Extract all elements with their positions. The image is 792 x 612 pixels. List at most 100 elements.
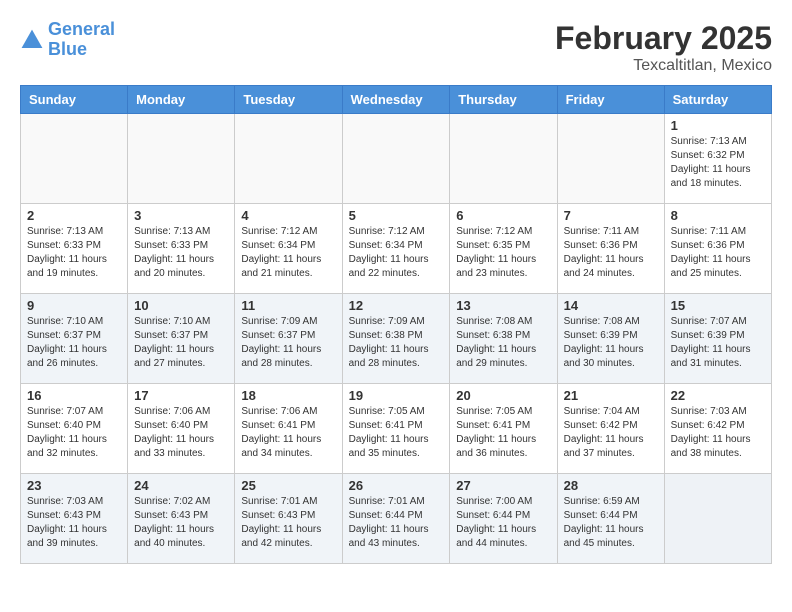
day-info: Sunrise: 6:59 AM Sunset: 6:44 PM Dayligh… <box>564 495 658 551</box>
day-cell: 19 Sunrise: 7:05 AM Sunset: 6:41 PM Dayli… <box>342 384 450 474</box>
day-number: 20 <box>456 388 550 403</box>
day-number: 6 <box>456 208 550 223</box>
day-cell: 1 Sunrise: 7:13 AM Sunset: 6:32 PM Daylig… <box>664 114 771 204</box>
day-cell: 4 Sunrise: 7:12 AM Sunset: 6:34 PM Daylig… <box>235 204 342 294</box>
day-cell <box>342 114 450 204</box>
day-cell <box>235 114 342 204</box>
day-cell: 24 Sunrise: 7:02 AM Sunset: 6:43 PM Dayli… <box>128 474 235 564</box>
day-cell <box>450 114 557 204</box>
day-info: Sunrise: 7:12 AM Sunset: 6:35 PM Dayligh… <box>456 225 550 281</box>
day-number: 18 <box>241 388 335 403</box>
day-info: Sunrise: 7:12 AM Sunset: 6:34 PM Dayligh… <box>349 225 444 281</box>
day-info: Sunrise: 7:07 AM Sunset: 6:40 PM Dayligh… <box>27 405 121 461</box>
day-cell: 12 Sunrise: 7:09 AM Sunset: 6:38 PM Dayli… <box>342 294 450 384</box>
day-info: Sunrise: 7:08 AM Sunset: 6:39 PM Dayligh… <box>564 315 658 371</box>
day-info: Sunrise: 7:11 AM Sunset: 6:36 PM Dayligh… <box>564 225 658 281</box>
day-cell: 9 Sunrise: 7:10 AM Sunset: 6:37 PM Daylig… <box>21 294 128 384</box>
day-cell: 11Sunrise: 7:09 AM Sunset: 6:37 PM Dayli… <box>235 294 342 384</box>
day-number: 9 <box>27 298 121 313</box>
week-row: 1 Sunrise: 7:13 AM Sunset: 6:32 PM Daylig… <box>21 114 772 204</box>
day-info: Sunrise: 7:08 AM Sunset: 6:38 PM Dayligh… <box>456 315 550 371</box>
day-number: 7 <box>564 208 658 223</box>
day-info: Sunrise: 7:12 AM Sunset: 6:34 PM Dayligh… <box>241 225 335 281</box>
day-number: 25 <box>241 478 335 493</box>
day-cell: 16 Sunrise: 7:07 AM Sunset: 6:40 PM Dayli… <box>21 384 128 474</box>
day-number: 4 <box>241 208 335 223</box>
day-number: 19 <box>349 388 444 403</box>
day-info: Sunrise: 7:04 AM Sunset: 6:42 PM Dayligh… <box>564 405 658 461</box>
header: General Blue February 2025 Texcaltitlan,… <box>20 20 772 75</box>
day-cell: 22 Sunrise: 7:03 AM Sunset: 6:42 PM Dayli… <box>664 384 771 474</box>
day-cell <box>21 114 128 204</box>
day-number: 5 <box>349 208 444 223</box>
day-number: 1 <box>671 118 765 133</box>
day-cell <box>664 474 771 564</box>
day-info: Sunrise: 7:06 AM Sunset: 6:41 PM Dayligh… <box>241 405 335 461</box>
day-number: 24 <box>134 478 228 493</box>
day-cell: 3 Sunrise: 7:13 AM Sunset: 6:33 PM Daylig… <box>128 204 235 294</box>
day-number: 16 <box>27 388 121 403</box>
day-info: Sunrise: 7:01 AM Sunset: 6:44 PM Dayligh… <box>349 495 444 551</box>
day-info: Sunrise: 7:03 AM Sunset: 6:43 PM Dayligh… <box>27 495 121 551</box>
day-info: Sunrise: 7:05 AM Sunset: 6:41 PM Dayligh… <box>349 405 444 461</box>
week-row: 9 Sunrise: 7:10 AM Sunset: 6:37 PM Daylig… <box>21 294 772 384</box>
day-number: 17 <box>134 388 228 403</box>
week-row: 16 Sunrise: 7:07 AM Sunset: 6:40 PM Dayli… <box>21 384 772 474</box>
day-number: 10 <box>134 298 228 313</box>
calendar: SundayMondayTuesdayWednesdayThursdayFrid… <box>20 85 772 564</box>
day-cell: 18 Sunrise: 7:06 AM Sunset: 6:41 PM Dayli… <box>235 384 342 474</box>
day-info: Sunrise: 7:02 AM Sunset: 6:43 PM Dayligh… <box>134 495 228 551</box>
day-info: Sunrise: 7:13 AM Sunset: 6:33 PM Dayligh… <box>134 225 228 281</box>
day-info: Sunrise: 7:06 AM Sunset: 6:40 PM Dayligh… <box>134 405 228 461</box>
day-info: Sunrise: 7:00 AM Sunset: 6:44 PM Dayligh… <box>456 495 550 551</box>
day-info: Sunrise: 7:10 AM Sunset: 6:37 PM Dayligh… <box>27 315 121 371</box>
month-title: February 2025 <box>555 20 772 57</box>
day-number: 27 <box>456 478 550 493</box>
day-info: Sunrise: 7:07 AM Sunset: 6:39 PM Dayligh… <box>671 315 765 371</box>
location-title: Texcaltitlan, Mexico <box>555 57 772 75</box>
day-cell: 26 Sunrise: 7:01 AM Sunset: 6:44 PM Dayli… <box>342 474 450 564</box>
day-cell: 28 Sunrise: 6:59 AM Sunset: 6:44 PM Dayli… <box>557 474 664 564</box>
logo-text: General Blue <box>48 20 115 60</box>
week-row: 2Sunrise: 7:13 AM Sunset: 6:33 PM Daylig… <box>21 204 772 294</box>
col-header-sunday: Sunday <box>21 86 128 114</box>
day-cell <box>557 114 664 204</box>
day-cell: 17 Sunrise: 7:06 AM Sunset: 6:40 PM Dayli… <box>128 384 235 474</box>
day-number: 12 <box>349 298 444 313</box>
day-info: Sunrise: 7:13 AM Sunset: 6:33 PM Dayligh… <box>27 225 121 281</box>
col-header-thursday: Thursday <box>450 86 557 114</box>
col-header-wednesday: Wednesday <box>342 86 450 114</box>
day-number: 14 <box>564 298 658 313</box>
day-cell <box>128 114 235 204</box>
logo-line2: Blue <box>48 39 87 59</box>
day-number: 21 <box>564 388 658 403</box>
day-info: Sunrise: 7:11 AM Sunset: 6:36 PM Dayligh… <box>671 225 765 281</box>
day-cell: 5 Sunrise: 7:12 AM Sunset: 6:34 PM Daylig… <box>342 204 450 294</box>
day-number: 11 <box>241 298 335 313</box>
day-cell: 10 Sunrise: 7:10 AM Sunset: 6:37 PM Dayli… <box>128 294 235 384</box>
col-header-monday: Monday <box>128 86 235 114</box>
day-number: 3 <box>134 208 228 223</box>
day-number: 26 <box>349 478 444 493</box>
day-info: Sunrise: 7:03 AM Sunset: 6:42 PM Dayligh… <box>671 405 765 461</box>
day-number: 23 <box>27 478 121 493</box>
day-cell: 25Sunrise: 7:01 AM Sunset: 6:43 PM Dayli… <box>235 474 342 564</box>
day-cell: 14 Sunrise: 7:08 AM Sunset: 6:39 PM Dayli… <box>557 294 664 384</box>
day-cell: 15 Sunrise: 7:07 AM Sunset: 6:39 PM Dayli… <box>664 294 771 384</box>
day-info: Sunrise: 7:13 AM Sunset: 6:32 PM Dayligh… <box>671 135 765 191</box>
day-number: 28 <box>564 478 658 493</box>
title-area: February 2025 Texcaltitlan, Mexico <box>555 20 772 75</box>
day-info: Sunrise: 7:09 AM Sunset: 6:38 PM Dayligh… <box>349 315 444 371</box>
day-number: 8 <box>671 208 765 223</box>
header-row: SundayMondayTuesdayWednesdayThursdayFrid… <box>21 86 772 114</box>
day-cell: 2Sunrise: 7:13 AM Sunset: 6:33 PM Daylig… <box>21 204 128 294</box>
day-cell: 23 Sunrise: 7:03 AM Sunset: 6:43 PM Dayli… <box>21 474 128 564</box>
day-number: 15 <box>671 298 765 313</box>
week-row: 23 Sunrise: 7:03 AM Sunset: 6:43 PM Dayli… <box>21 474 772 564</box>
day-cell: 7 Sunrise: 7:11 AM Sunset: 6:36 PM Daylig… <box>557 204 664 294</box>
day-info: Sunrise: 7:10 AM Sunset: 6:37 PM Dayligh… <box>134 315 228 371</box>
col-header-tuesday: Tuesday <box>235 86 342 114</box>
day-number: 22 <box>671 388 765 403</box>
day-cell: 21 Sunrise: 7:04 AM Sunset: 6:42 PM Dayli… <box>557 384 664 474</box>
day-cell: 6 Sunrise: 7:12 AM Sunset: 6:35 PM Daylig… <box>450 204 557 294</box>
